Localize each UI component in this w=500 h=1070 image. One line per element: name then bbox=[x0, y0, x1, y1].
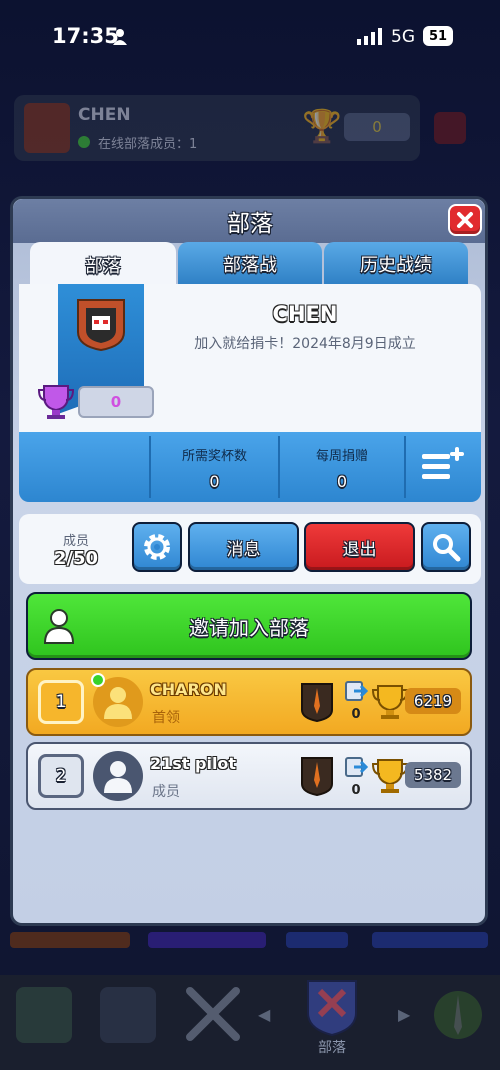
members-count: 2/50 bbox=[53, 548, 99, 569]
weekly-donations-value: 0 bbox=[336, 472, 348, 491]
close-button[interactable] bbox=[448, 204, 482, 236]
clan-trophy-count: 0 bbox=[78, 386, 154, 418]
weekly-donations-label: 每周捐赠 bbox=[315, 449, 368, 464]
clan-name: CHEN bbox=[272, 302, 338, 326]
nav-cards-icon[interactable] bbox=[100, 987, 156, 1043]
donation-card-icon bbox=[344, 756, 369, 782]
member-trophies: 5382 bbox=[405, 762, 461, 788]
tab-clan-war-label: 部落战 bbox=[223, 255, 277, 276]
battery-icon: 51 bbox=[423, 26, 453, 46]
clan-badge-icon bbox=[74, 296, 128, 352]
clan-badge-icon bbox=[24, 103, 70, 153]
status-bar: 17:35 5G 51 bbox=[0, 0, 500, 75]
tab-clan-war[interactable]: 部落战 bbox=[178, 242, 322, 286]
member-rank: 1 bbox=[55, 692, 67, 712]
person-icon bbox=[104, 687, 132, 719]
tab-war-history[interactable]: 历史战绩 bbox=[324, 242, 468, 286]
trophy-icon bbox=[371, 682, 409, 724]
panel-title: 部落 bbox=[227, 211, 273, 237]
nav-clan-label: 部落 bbox=[318, 1040, 346, 1056]
status-time: 17:35 bbox=[52, 24, 119, 48]
required-trophies-label: 所需奖杯数 bbox=[181, 449, 247, 464]
arena-shield-icon bbox=[300, 756, 334, 800]
nav-right-arrow-icon: ▶ bbox=[398, 1005, 411, 1024]
member-rank-badge: 2 bbox=[38, 754, 84, 798]
stat-divider bbox=[404, 436, 406, 498]
bg-online-text: 在线部落成员：1 bbox=[98, 137, 198, 152]
background-clan-header: CHEN 在线部落成员：1 🏆 0 bbox=[14, 95, 420, 161]
chat-button[interactable]: 消息 bbox=[188, 522, 299, 572]
online-dot-icon bbox=[78, 136, 90, 148]
nav-events-icon[interactable] bbox=[428, 987, 488, 1043]
member-role: 首领 bbox=[152, 710, 180, 726]
arena-shield-icon bbox=[300, 682, 334, 726]
clan-description: 加入就给捐卡！2024年8月9日成立 bbox=[194, 336, 416, 352]
member-trophies: 6219 bbox=[405, 688, 461, 714]
invite-label: 邀请加入部落 bbox=[189, 615, 309, 640]
trophy-icon bbox=[37, 382, 75, 424]
nav-shop-icon[interactable] bbox=[16, 987, 72, 1043]
signal-icon bbox=[357, 28, 383, 50]
member-role: 成员 bbox=[152, 784, 180, 800]
tab-clan[interactable]: 部落 bbox=[30, 242, 176, 288]
member-donations: 0 bbox=[351, 707, 361, 722]
member-name: 21st pilot bbox=[150, 754, 237, 773]
bg-trophy-count: 0 bbox=[344, 113, 410, 141]
menu-plus-icon bbox=[422, 447, 464, 479]
nav-left-arrow-icon: ◀ bbox=[258, 1005, 271, 1024]
members-label: 成员 bbox=[62, 534, 89, 549]
leave-button-label: 退出 bbox=[342, 539, 377, 560]
bottom-nav: ◀ 部落 ▶ bbox=[0, 975, 500, 1070]
network-type: 5G bbox=[391, 27, 415, 47]
leave-button[interactable]: 退出 bbox=[304, 522, 415, 572]
tab-clan-label: 部落 bbox=[85, 256, 121, 277]
member-name: CHARON bbox=[150, 680, 227, 699]
bg-close-icon bbox=[434, 112, 466, 144]
online-dot-icon bbox=[91, 673, 105, 687]
bg-clan-name: CHEN bbox=[78, 105, 131, 125]
person-icon bbox=[112, 28, 128, 50]
chat-button-label: 消息 bbox=[226, 539, 261, 560]
nav-battle-icon[interactable] bbox=[182, 983, 244, 1045]
search-icon bbox=[433, 534, 461, 562]
clan-stats-strip bbox=[19, 432, 481, 502]
bottom-color-strip bbox=[0, 932, 500, 952]
person-icon bbox=[104, 761, 132, 793]
avatar bbox=[93, 751, 143, 801]
tab-war-history-label: 历史战绩 bbox=[360, 255, 432, 276]
donation-card-icon bbox=[344, 680, 369, 706]
close-icon bbox=[457, 212, 473, 228]
required-trophies-value: 0 bbox=[209, 472, 220, 491]
member-donations: 0 bbox=[351, 783, 361, 798]
trophy-icon: 🏆 bbox=[302, 107, 342, 145]
member-rank: 2 bbox=[55, 766, 67, 786]
person-add-icon bbox=[42, 607, 76, 649]
search-button[interactable] bbox=[421, 522, 471, 572]
nav-clan-icon[interactable] bbox=[300, 975, 364, 1037]
member-rank-badge: 1 bbox=[38, 680, 84, 724]
gear-icon bbox=[144, 534, 170, 560]
clan-menu-button[interactable] bbox=[420, 446, 468, 484]
invite-button[interactable]: 邀请加入部落 bbox=[26, 592, 472, 660]
trophy-icon bbox=[371, 756, 409, 798]
settings-button[interactable] bbox=[132, 522, 182, 572]
